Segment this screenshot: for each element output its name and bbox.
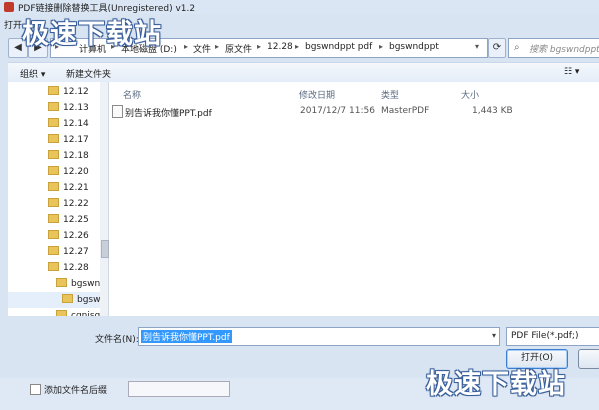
- filename-value: 别告诉我你懂PPT.pdf: [141, 330, 232, 343]
- app-icon: [4, 2, 14, 12]
- tree-item[interactable]: 12.13: [48, 100, 89, 116]
- file-size: 1,443 KB: [472, 106, 513, 116]
- filter-value: PDF File(*.pdf;): [511, 331, 579, 341]
- folder-icon: [48, 246, 59, 255]
- chevron-down-icon[interactable]: ▾: [475, 42, 479, 51]
- search-placeholder: 搜索 bgswndppt: [529, 45, 599, 55]
- tree-item[interactable]: 12.17: [48, 132, 89, 148]
- filename-label: 文件名(N):: [95, 335, 139, 345]
- watermark-logo-top: 极速下载站: [22, 19, 162, 50]
- folder-icon: [48, 214, 59, 223]
- tree-item[interactable]: 12.18: [48, 148, 89, 164]
- suffix-input[interactable]: [128, 381, 230, 397]
- folder-icon: [56, 310, 67, 316]
- pdf-file-icon: [112, 105, 123, 118]
- folder-icon: [48, 118, 59, 127]
- search-box[interactable]: ⌕ 搜索 bgswndppt: [508, 38, 599, 58]
- tree-item[interactable]: 12.27: [48, 244, 89, 260]
- chevron-down-icon[interactable]: ▾: [492, 331, 496, 340]
- dialog-title: 打开: [4, 21, 23, 31]
- tree-item[interactable]: 12.22: [48, 196, 89, 212]
- crumb-folder-date[interactable]: 12.28: [267, 42, 293, 52]
- folder-icon: [48, 182, 59, 191]
- tree-item[interactable]: 12.14: [48, 116, 89, 132]
- cancel-button[interactable]: [578, 349, 599, 369]
- tree-item[interactable]: cgnjsq: [56, 308, 100, 316]
- crumb-folder-original[interactable]: 原文件: [225, 42, 252, 55]
- filename-input[interactable]: 别告诉我你懂PPT.pdf ▾: [138, 327, 500, 346]
- folder-icon: [48, 86, 59, 95]
- column-header-name[interactable]: 名称: [123, 88, 141, 101]
- folder-icon: [48, 198, 59, 207]
- tree-item[interactable]: bgswnc: [56, 276, 105, 292]
- view-options-icon[interactable]: ☷ ▾: [564, 67, 579, 77]
- folder-icon: [48, 102, 59, 111]
- toolbar: 组织 ▾ 新建文件夹 ☷ ▾: [8, 62, 599, 84]
- file-type: MasterPDF: [381, 106, 430, 116]
- tree-item[interactable]: 12.25: [48, 212, 89, 228]
- folder-icon: [48, 150, 59, 159]
- organize-button[interactable]: 组织 ▾: [20, 67, 45, 80]
- file-name[interactable]: 别告诉我你懂PPT.pdf: [125, 106, 212, 119]
- watermark-logo-bottom: 极速下载站: [426, 369, 566, 400]
- tree-scroll-thumb[interactable]: [101, 240, 109, 258]
- tree-scrollbar[interactable]: [100, 82, 108, 316]
- column-header-modified[interactable]: 修改日期: [299, 88, 335, 101]
- refresh-button[interactable]: ⟳: [488, 38, 506, 58]
- crumb-folder-current[interactable]: bgswndppt: [389, 42, 439, 52]
- add-suffix-label: 添加文件名后缀: [44, 386, 108, 396]
- tree-item[interactable]: 12.12: [48, 84, 89, 100]
- column-header-size[interactable]: 大小: [461, 88, 479, 101]
- folder-tree: 12.12 12.13 12.14 12.17 12.18 12.20 12.2…: [8, 82, 109, 316]
- tree-item[interactable]: 12.21: [48, 180, 89, 196]
- folder-icon: [62, 294, 73, 303]
- folder-icon: [56, 278, 67, 287]
- search-icon: ⌕: [514, 42, 520, 53]
- crumb-folder-files[interactable]: 文件: [193, 42, 211, 55]
- folder-icon: [48, 262, 59, 271]
- tree-item-selected[interactable]: bgsw: [8, 292, 100, 308]
- add-suffix-checkbox[interactable]: [30, 384, 41, 395]
- tree-item[interactable]: 12.26: [48, 228, 89, 244]
- folder-icon: [48, 230, 59, 239]
- column-header-type[interactable]: 类型: [381, 88, 399, 101]
- file-modified: 2017/12/7 11:56: [300, 106, 375, 116]
- folder-icon: [48, 166, 59, 175]
- folder-icon: [48, 134, 59, 143]
- tree-item[interactable]: 12.28: [48, 260, 89, 276]
- file-type-filter[interactable]: PDF File(*.pdf;): [506, 327, 599, 346]
- tree-item[interactable]: 12.20: [48, 164, 89, 180]
- crumb-folder-pdf[interactable]: bgswndppt pdf: [305, 42, 372, 52]
- new-folder-button[interactable]: 新建文件夹: [66, 67, 111, 80]
